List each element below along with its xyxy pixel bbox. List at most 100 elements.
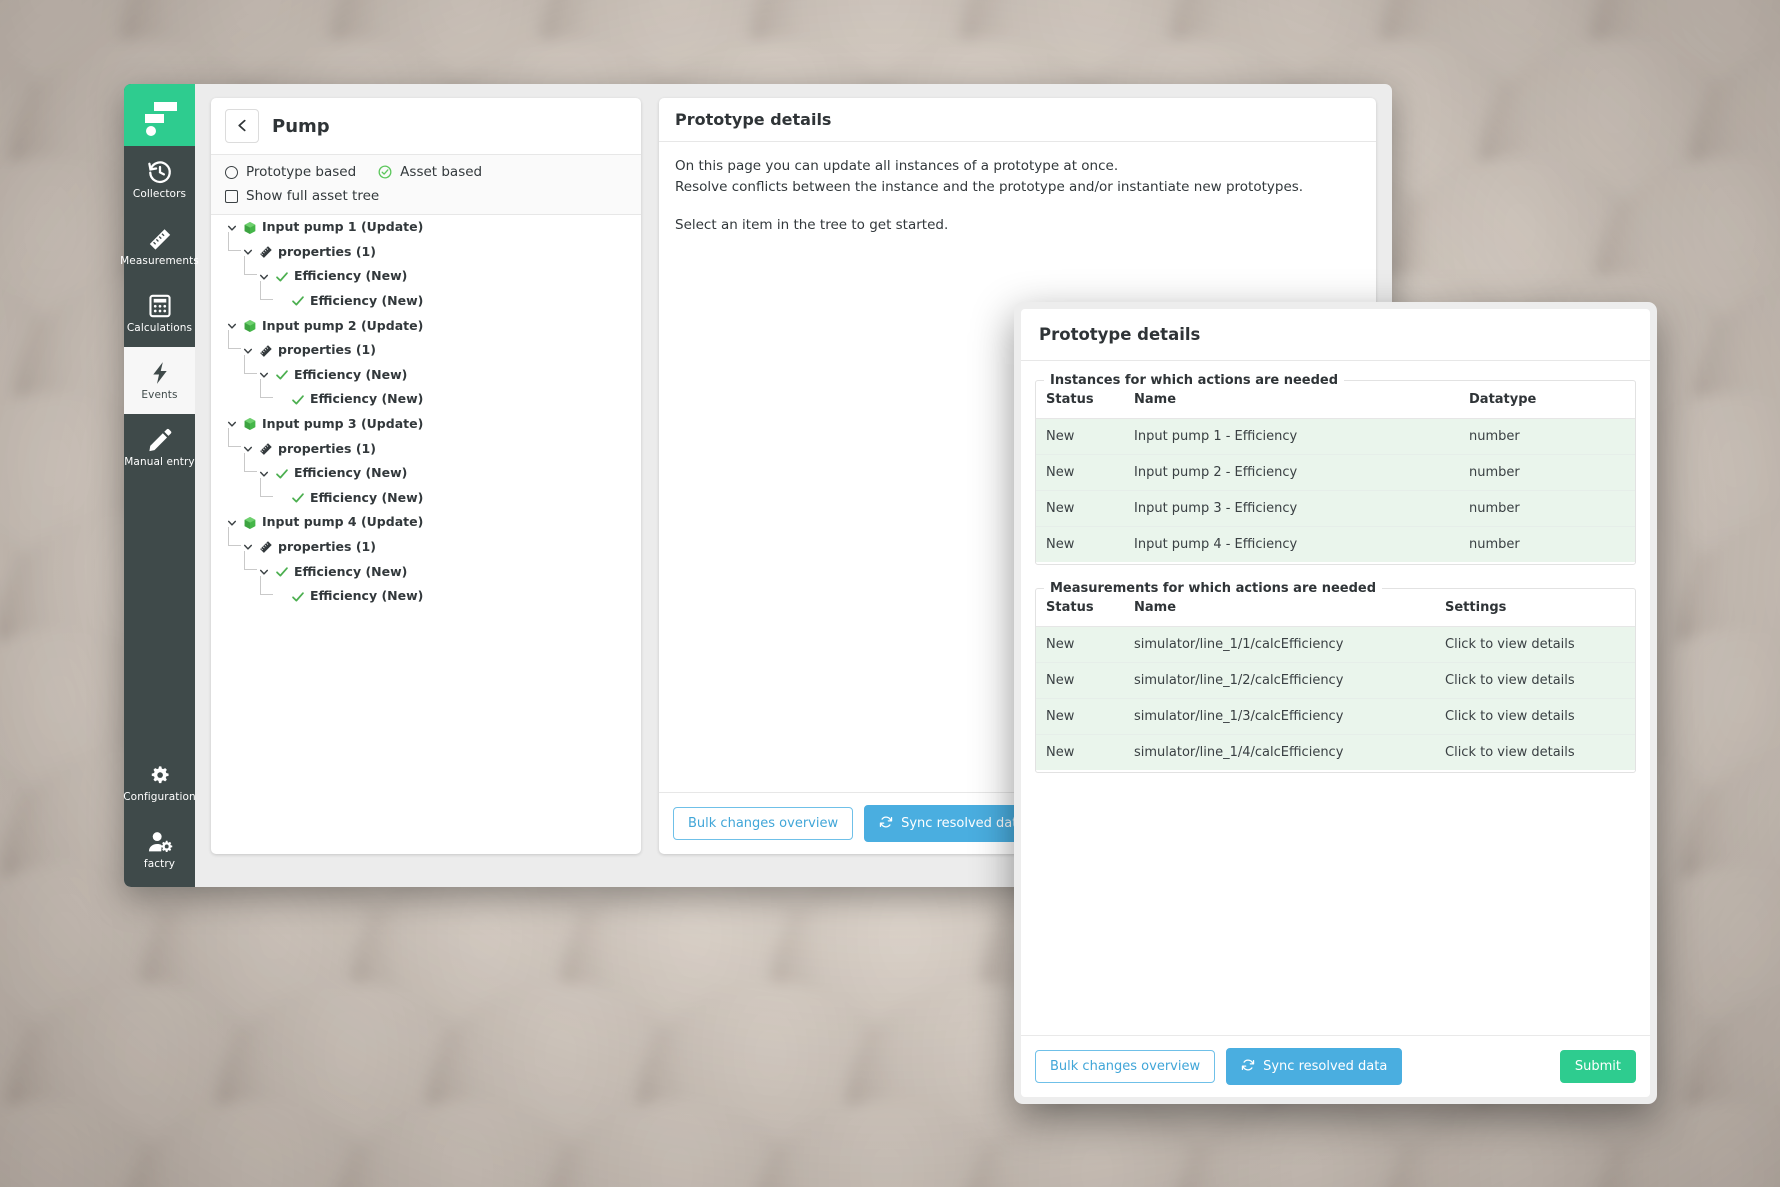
tree-node[interactable]: Efficiency (New): [211, 576, 641, 609]
tree-node[interactable]: properties (1): [211, 428, 641, 461]
sidebar-item-calculations[interactable]: Calculations: [124, 280, 195, 347]
tree-node[interactable]: Efficiency (New): [211, 379, 641, 412]
cell-name: simulator/line_1/2/calcEfficiency: [1124, 662, 1435, 699]
tree-node[interactable]: Input pump 1 (Update): [211, 215, 641, 240]
sidebar-item-label: Measurements: [120, 255, 199, 268]
tree-node-label: properties (1): [278, 243, 376, 259]
modal-title: Prototype details: [1039, 325, 1201, 344]
sidebar: Collectors Measurements Calculations Eve…: [120, 84, 199, 887]
cell-name: Input pump 3 - Efficiency: [1124, 490, 1459, 527]
cell-value[interactable]: number: [1459, 454, 1635, 491]
tree-node-label: Input pump 4 (Update): [262, 514, 424, 530]
sidebar-item-events[interactable]: Events: [124, 347, 195, 414]
radio-prototype-based[interactable]: Prototype based: [225, 164, 356, 180]
table-row[interactable]: New simulator/line_1/2/calcEfficiency Clic…: [1036, 662, 1635, 699]
sidebar-item-collectors[interactable]: Collectors: [124, 146, 195, 213]
table-row[interactable]: New simulator/line_1/1/calcEfficiency Clic…: [1036, 626, 1635, 663]
green-check-icon: [274, 564, 289, 579]
tree-node-label: Input pump 1 (Update): [262, 219, 424, 235]
cell-status: New: [1036, 454, 1124, 491]
tree-node-label: Efficiency (New): [310, 588, 424, 604]
table-row[interactable]: New Input pump 1 - Efficiency number: [1036, 418, 1635, 455]
checkbox-show-full-asset-tree[interactable]: Show full asset tree: [225, 188, 379, 204]
tree-node[interactable]: properties (1): [211, 526, 641, 560]
sidebar-item-label: factry: [143, 858, 176, 871]
cell-status: New: [1036, 626, 1124, 663]
factry-logo-icon: [143, 100, 177, 136]
tree-node[interactable]: properties (1): [211, 330, 641, 363]
intro-line-3: Select an item in the tree to get starte…: [675, 216, 949, 233]
checkbox-unchecked-icon: [225, 189, 238, 203]
cell-name: Input pump 4 - Efficiency: [1124, 526, 1459, 562]
tree-caret-placeholder: [273, 393, 287, 407]
cell-value[interactable]: number: [1459, 526, 1635, 562]
modal-bulk-changes-overview-button[interactable]: Bulk changes overview: [1035, 1050, 1216, 1083]
refresh-icon: [879, 815, 893, 832]
tree-node[interactable]: Efficiency (New): [211, 477, 641, 511]
table-row[interactable]: New simulator/line_1/3/calcEfficiency Clic…: [1036, 698, 1635, 735]
tree-node[interactable]: Efficiency (New): [211, 551, 641, 584]
table-row[interactable]: New Input pump 4 - Efficiency number: [1036, 526, 1635, 562]
sidebar-item-user[interactable]: factry: [124, 816, 195, 883]
tree-node-label: Efficiency (New): [294, 465, 408, 481]
tree-node-label: Efficiency (New): [310, 293, 424, 309]
back-button[interactable]: [225, 109, 259, 143]
tree-node[interactable]: Efficiency (New): [211, 256, 641, 289]
green-check-icon: [290, 491, 305, 506]
cell-value[interactable]: Click to view details: [1435, 626, 1635, 663]
sidebar-item-label: Manual entry: [124, 456, 195, 469]
sidebar-item-label: Configuration: [123, 791, 196, 804]
cell-value[interactable]: number: [1459, 418, 1635, 455]
tree-node[interactable]: Efficiency (New): [211, 354, 641, 388]
tree-node-label: Input pump 2 (Update): [262, 317, 424, 333]
prototype-details-header: Prototype details: [659, 98, 1376, 142]
tree-node[interactable]: Efficiency (New): [211, 453, 641, 486]
check-circle-icon: [378, 165, 392, 179]
sidebar-item-configuration[interactable]: Configuration: [123, 749, 196, 816]
sidebar-item-measurements[interactable]: Measurements: [120, 213, 199, 280]
column-header-settings: Settings: [1435, 596, 1635, 627]
cell-value[interactable]: Click to view details: [1435, 662, 1635, 699]
cell-value[interactable]: number: [1459, 490, 1635, 527]
sidebar-item-manual-entry[interactable]: Manual entry: [124, 414, 195, 481]
user-gear-icon: [147, 829, 173, 855]
modal-body: Instances for which actions are needed S…: [1021, 361, 1650, 1035]
asset-tree[interactable]: Input pump 1 (Update) properties (1) Effic…: [211, 215, 641, 854]
green-check-icon: [274, 466, 289, 481]
tree-node[interactable]: properties (1): [211, 231, 641, 265]
radio-prototype-based-label: Prototype based: [246, 164, 357, 180]
cell-name: simulator/line_1/1/calcEfficiency: [1124, 626, 1435, 663]
cell-status: New: [1036, 490, 1124, 527]
cell-name: Input pump 2 - Efficiency: [1124, 454, 1459, 491]
tree-node-label: properties (1): [278, 342, 376, 358]
tree-node[interactable]: Input pump 2 (Update): [211, 313, 641, 338]
submit-button[interactable]: Submit: [1559, 1050, 1636, 1083]
cell-name: Input pump 1 - Efficiency: [1124, 418, 1459, 455]
column-header-status: Status: [1036, 388, 1124, 419]
radio-asset-based[interactable]: Asset based: [378, 164, 482, 180]
measurements-section-legend: Measurements for which actions are neede…: [1050, 581, 1377, 596]
cell-status: New: [1036, 734, 1124, 770]
bulk-changes-overview-button[interactable]: Bulk changes overview: [673, 807, 854, 840]
sync-resolved-data-label: Sync resolved data: [901, 816, 1026, 831]
tree-node-label: Efficiency (New): [294, 563, 408, 579]
table-row[interactable]: New Input pump 2 - Efficiency number: [1036, 454, 1635, 491]
cell-name: simulator/line_1/3/calcEfficiency: [1124, 698, 1435, 735]
ruler-dark-icon: [258, 540, 273, 555]
chevron-left-icon: [236, 117, 249, 136]
instances-section: Instances for which actions are needed S…: [1035, 373, 1636, 565]
modal-footer: Bulk changes overview Sync resolved data…: [1021, 1035, 1650, 1097]
green-cube-icon: [242, 515, 257, 530]
modal-sync-resolved-data-button[interactable]: Sync resolved data: [1226, 1048, 1403, 1085]
table-row[interactable]: New simulator/line_1/4/calcEfficiency Clic…: [1036, 734, 1635, 770]
tree-node[interactable]: Input pump 4 (Update): [211, 510, 641, 535]
app-logo[interactable]: [124, 84, 195, 146]
tree-node[interactable]: Input pump 3 (Update): [211, 412, 641, 437]
table-row[interactable]: New Input pump 3 - Efficiency number: [1036, 490, 1635, 527]
tree-node[interactable]: Efficiency (New): [211, 280, 641, 314]
cell-value[interactable]: Click to view details: [1435, 734, 1635, 770]
checkbox-show-full-asset-tree-label: Show full asset tree: [246, 188, 380, 204]
cell-value[interactable]: Click to view details: [1435, 698, 1635, 735]
cell-status: New: [1036, 698, 1124, 735]
